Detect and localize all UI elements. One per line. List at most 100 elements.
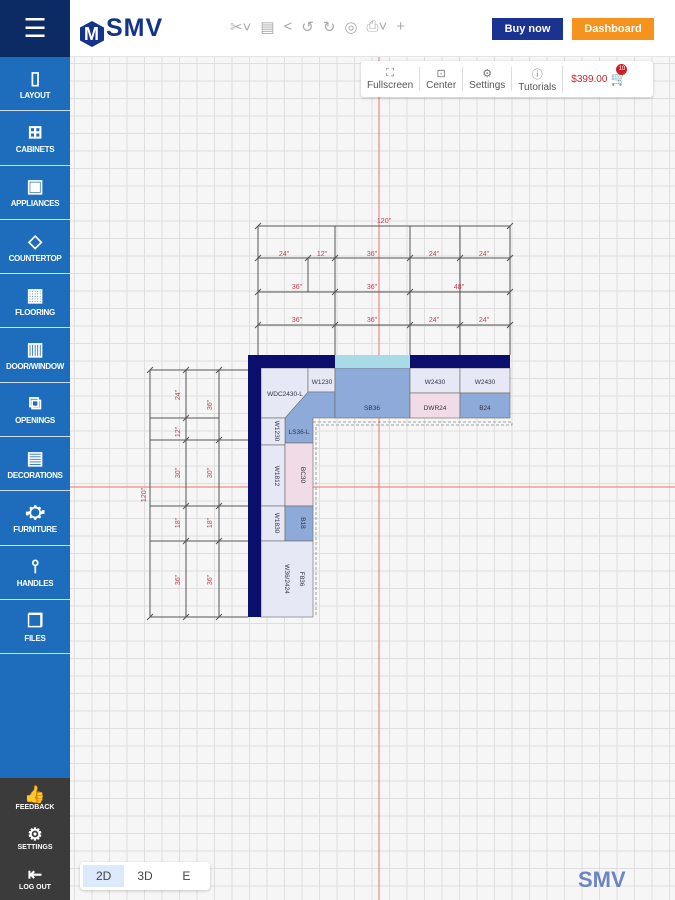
sidebar-item-decorations[interactable]: ▤ DECORATIONS (0, 437, 70, 492)
cart-icon[interactable]: 🛒 10 (610, 64, 628, 87)
gear-icon: ⚙ (482, 68, 493, 80)
cabinet-label: W1230 (312, 379, 333, 386)
sidebar-item-door-window[interactable]: ▥ DOOR/WINDOW (0, 328, 70, 383)
sidebar-item-handles[interactable]: ⫯ HANDLES (0, 546, 70, 600)
wall-left (248, 355, 261, 617)
mode-2d[interactable]: 2D (83, 865, 125, 887)
cabinet-label: B24 (479, 405, 491, 412)
center-button[interactable]: ⊡ Center (420, 67, 464, 91)
sidebar-item-settings[interactable]: ⚙ SETTINGS (0, 818, 70, 858)
sidebar-item-openings[interactable]: ⧉ OPENINGS (0, 383, 70, 438)
cabinet-w1230-left[interactable] (260, 417, 286, 446)
redo-icon[interactable]: ↻ (323, 18, 336, 36)
sidebar-item-log-out[interactable]: ⇤ LOG OUT (0, 858, 70, 898)
toolbar: ✂˅ ▤ < ↺ ↻ ◎ ⎙˅ + (230, 18, 405, 36)
dim-label: 12" (175, 426, 182, 437)
cabinet-bc30[interactable] (284, 442, 314, 507)
sidebar-item-label: DECORATIONS (7, 470, 63, 480)
sidebar-item-label: FLOORING (15, 307, 55, 317)
sidebar-item-flooring[interactable]: ▦ FLOORING (0, 274, 70, 329)
save-icon[interactable]: ▤ (260, 18, 274, 36)
dashboard-button[interactable]: Dashboard (572, 18, 654, 40)
dim-label: 18" (175, 517, 182, 528)
cart-badge: 10 (616, 64, 628, 75)
sidebar-icon: ▥ (26, 339, 44, 360)
dim-label: 36" (207, 399, 214, 410)
cabinet-label: B18 (299, 517, 306, 529)
mode-3d[interactable]: 3D (124, 865, 165, 887)
settings-button[interactable]: ⚙ Settings (463, 67, 513, 91)
dim-label: 24" (479, 317, 490, 324)
floor-plan: 120" 24" 12" 36" 24" 24" 36" 36" 48" 36"… (70, 57, 675, 900)
dim-label: 48" (454, 284, 465, 291)
scissors-icon[interactable]: ✂˅ (230, 18, 251, 36)
dim-label: 24" (429, 317, 440, 324)
dim-label: 36" (175, 574, 182, 585)
cart-total: $399.00 (571, 73, 608, 85)
sidebar-icon: ▯ (30, 67, 40, 88)
camera-icon[interactable]: ◎ (344, 18, 357, 36)
cabinet-w1812[interactable] (260, 444, 286, 507)
cabinet-label: W1830 (273, 513, 280, 534)
dim-left-total: 120" (141, 487, 148, 502)
center-icon: ⊡ (436, 68, 446, 80)
view-toolbar: ⛶ Fullscreen ⊡ Center ⚙ Settings ⓘ Tutorials… (361, 61, 653, 97)
hamburger-menu-icon[interactable]: ☰ (0, 0, 70, 57)
sidebar-icon: ⇤ (27, 864, 43, 884)
sidebar-item-label: FILES (24, 633, 46, 643)
tutorials-button[interactable]: ⓘ Tutorials (512, 65, 564, 93)
dim-label: 36" (367, 251, 378, 258)
plus-icon[interactable]: + (396, 18, 405, 36)
view-mode-switch: 2D 3D E (80, 862, 210, 890)
cabinet-b18[interactable] (284, 505, 314, 542)
dim-label: 12" (317, 251, 328, 258)
sidebar-item-label: SETTINGS (17, 843, 53, 851)
cabinet-label: W2430 (425, 379, 446, 386)
header: M SMV ✂˅ ▤ < ↺ ↻ ◎ ⎙˅ + Buy now Dashboard (70, 0, 675, 57)
dim-label: 36" (292, 284, 303, 291)
dim-label: 24" (479, 251, 490, 258)
sidebar-item-label: APPLIANCES (10, 199, 60, 209)
sidebar-bottom: 👍 FEEDBACK ⚙ SETTINGS ⇤ LOG OUT (0, 778, 70, 900)
window[interactable] (335, 355, 410, 368)
countertop-outline (313, 421, 513, 617)
dim-label: 36" (367, 284, 378, 291)
sidebar-item-label: COUNTERTOP (8, 253, 62, 263)
sidebar-item-appliances[interactable]: ▣ APPLIANCES (0, 166, 70, 220)
sidebar-item-files[interactable]: ❐ FILES (0, 600, 70, 655)
sidebar-icon: ▦ (26, 284, 44, 305)
fullscreen-button[interactable]: ⛶ Fullscreen (361, 67, 421, 91)
cabinet-label: DWR24 (424, 405, 447, 412)
dim-label: 36" (207, 574, 214, 585)
cabinet-label: W1230 (273, 421, 280, 442)
cabinet-label: BC30 (299, 467, 306, 484)
sidebar-item-furniture[interactable]: ⛮ FURNITURE (0, 491, 70, 546)
sidebar-icon: 👍 (24, 784, 46, 804)
cabinet-label: W2430 (475, 379, 496, 386)
cabinet-label: SB36 (364, 405, 380, 412)
sidebar-icon: ⧉ (28, 393, 42, 414)
cabinet-w1830[interactable] (260, 505, 286, 542)
sidebar-item-label: LAYOUT (19, 90, 51, 100)
share-icon[interactable]: < (284, 18, 293, 36)
sidebar-icon: ⛮ (25, 502, 45, 523)
cabinet-label: WDC2430-L (267, 391, 303, 398)
buy-now-button[interactable]: Buy now (492, 18, 563, 40)
sidebar: ☰ ▯ LAYOUT ⊞ CABINETS ▣ APPLIANCES ◇ COUNTERTOP… (0, 0, 70, 900)
sidebar-item-layout[interactable]: ▯ LAYOUT (0, 57, 70, 112)
mode-e[interactable]: E (166, 865, 207, 887)
logo[interactable]: M SMV (80, 14, 163, 47)
undo-icon[interactable]: ↺ (301, 18, 314, 36)
cabinet-label: LS36-L (289, 429, 310, 436)
dim-label: 36" (367, 317, 378, 324)
sidebar-item-feedback[interactable]: 👍 FEEDBACK (0, 778, 70, 818)
sidebar-icon: ▤ (26, 447, 44, 468)
cabinet-label: F836 (298, 572, 305, 587)
sidebar-item-countertop[interactable]: ◇ COUNTERTOP (0, 220, 70, 275)
sidebar-item-cabinets[interactable]: ⊞ CABINETS (0, 111, 70, 166)
sidebar-icon: ⚙ (27, 824, 43, 844)
sidebar-icon: ▣ (26, 176, 44, 197)
dim-label: 30" (207, 467, 214, 478)
sidebar-item-label: HANDLES (16, 579, 54, 589)
print-icon[interactable]: ⎙˅ (367, 18, 388, 36)
